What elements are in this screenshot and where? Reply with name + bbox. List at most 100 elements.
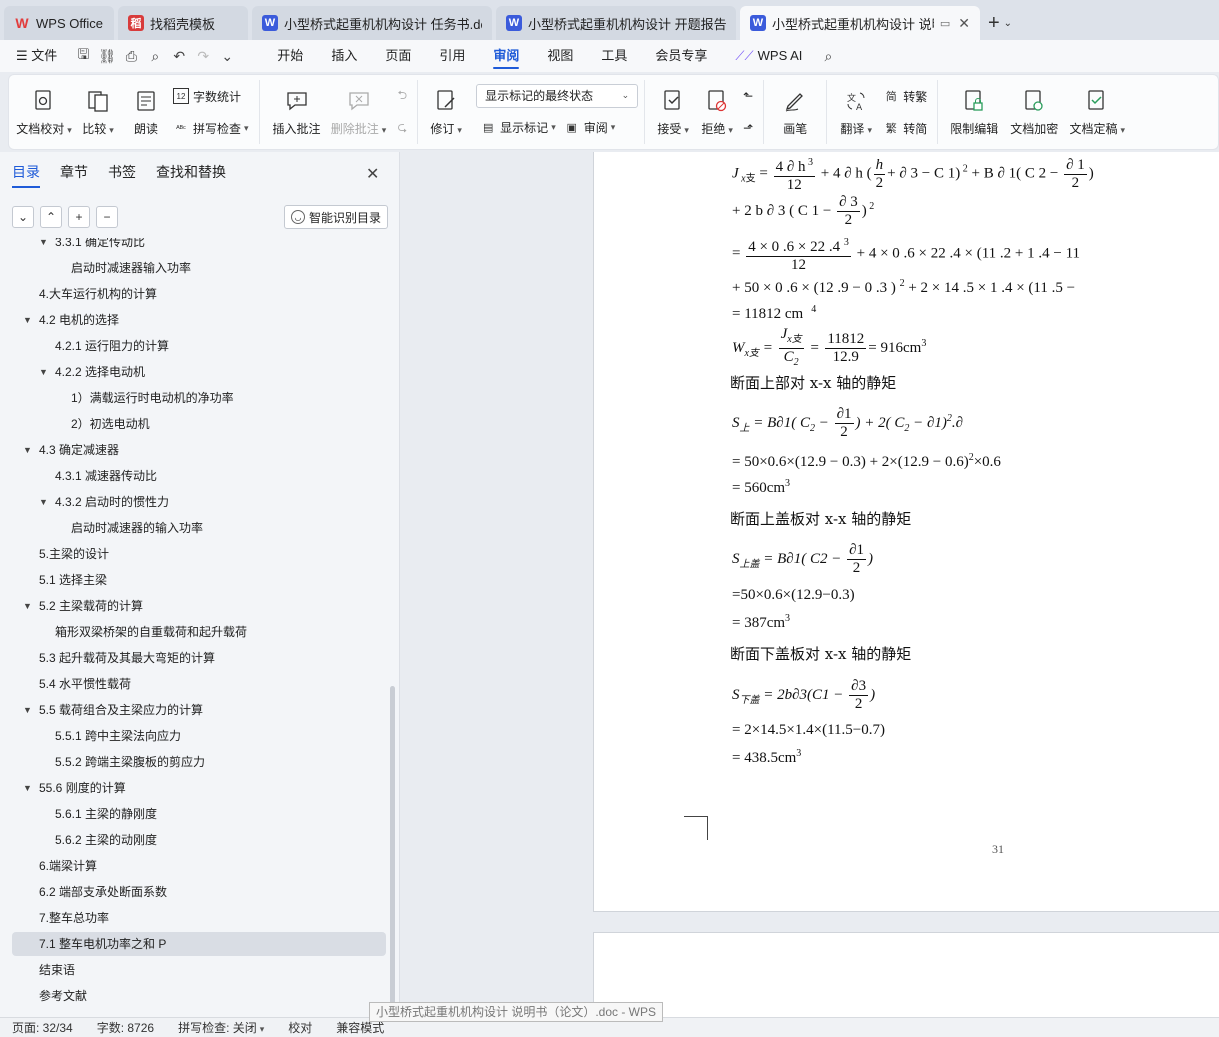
redo-icon[interactable]: ↷ xyxy=(191,44,215,68)
tab-chapters[interactable]: 章节 xyxy=(60,162,88,188)
minus-icon[interactable]: − xyxy=(96,206,118,228)
toc-item[interactable]: 6.2 端部支承处断面系数 xyxy=(12,880,386,904)
toc-item[interactable]: 5.1 选择主梁 xyxy=(12,568,386,592)
previous-change-icon[interactable]: ⬑ xyxy=(739,83,757,109)
expand-arrow-icon[interactable]: ▼ xyxy=(23,698,32,722)
restrict-edit-button[interactable]: 限制编辑 xyxy=(944,80,1004,144)
toc-item[interactable]: 5.5.2 跨端主梁腹板的剪应力 xyxy=(12,750,386,774)
expand-arrow-icon[interactable]: ▼ xyxy=(23,308,32,332)
toc-item[interactable]: 6.端梁计算 xyxy=(12,854,386,878)
chevron-down-icon[interactable]: ⌄ xyxy=(12,206,34,228)
insert-comment-button[interactable]: 插入批注 xyxy=(266,80,328,144)
chevron-up-icon[interactable]: ⌃ xyxy=(40,206,62,228)
next-comment-icon[interactable]: ⮎ xyxy=(394,115,412,141)
document-page[interactable]: J x支 = 4 ∂ h 3 12 + 4 ∂ h (h 2 + ∂ 3 − C 1)… xyxy=(593,152,1219,912)
new-tab-button[interactable]: + ⌄ xyxy=(980,6,1020,40)
close-icon[interactable]: ✕ xyxy=(958,15,970,32)
menu-review[interactable]: 审阅 xyxy=(479,40,533,72)
menu-references[interactable]: 引用 xyxy=(425,40,479,72)
toc-item[interactable]: 5.5.1 跨中主梁法向应力 xyxy=(12,724,386,748)
toc-item[interactable]: ▼ 5.2 主梁载荷的计算 xyxy=(12,594,386,618)
toc-item[interactable]: 7.1 整车电机功率之和 P xyxy=(12,932,386,956)
finalize-button[interactable]: 文档定稿 ▾ xyxy=(1064,80,1130,144)
tab-wps-office[interactable]: W WPS Office xyxy=(4,6,114,40)
tab-toc[interactable]: 目录 xyxy=(12,162,40,188)
share-icon[interactable]: ⛓ xyxy=(95,44,119,68)
toc-item[interactable]: ▼ 4.2.2 选择电动机 xyxy=(12,360,386,384)
tab-task-doc[interactable]: W 小型桥式起重机机构设计 任务书.doc xyxy=(252,6,492,40)
tab-docer-templates[interactable]: 稻 找稻壳模板 xyxy=(118,6,248,40)
plus-icon[interactable]: + xyxy=(68,206,90,228)
tab-proposal-doc[interactable]: W 小型桥式起重机机构设计 开题报告.doc xyxy=(496,6,736,40)
toc-item[interactable]: 参考文献 xyxy=(12,984,386,1008)
expand-arrow-icon[interactable]: ▼ xyxy=(23,594,32,618)
toc-item[interactable]: 结束语 xyxy=(12,958,386,982)
spell-check-button[interactable]: ᴬᴮᶜ 拼写检查 ▾ xyxy=(169,115,253,141)
search-icon[interactable]: ⌕ xyxy=(816,44,840,68)
expand-arrow-icon[interactable]: ▼ xyxy=(39,360,48,384)
tab-bookmarks[interactable]: 书签 xyxy=(108,162,136,188)
toc-item[interactable]: 箱形双梁桥架的自重载荷和起升载荷 xyxy=(12,620,386,644)
word-count-button[interactable]: 12 字数统计 xyxy=(169,83,253,109)
toc-item[interactable]: 5.6.2 主梁的动刚度 xyxy=(12,828,386,852)
tab-manual-doc[interactable]: W 小型桥式起重机机构设计 说明 ▭ ✕ xyxy=(740,6,980,40)
print-preview-icon[interactable]: ⌕ xyxy=(143,44,167,68)
pen-button[interactable]: 画笔 xyxy=(770,80,820,144)
toc-item[interactable]: ▼ 4.3.2 启动时的惯性力 xyxy=(12,490,386,514)
chevron-down-icon[interactable]: ⌄ xyxy=(215,44,239,68)
toc-item[interactable]: 5.主梁的设计 xyxy=(12,542,386,566)
toc-item[interactable]: ▼ 4.3 确定减速器 xyxy=(12,438,386,462)
proofread-indicator[interactable]: 校对 xyxy=(276,1019,324,1036)
expand-arrow-icon[interactable]: ▼ xyxy=(23,776,32,800)
menu-membership[interactable]: 会员专享 xyxy=(641,40,721,72)
revise-button[interactable]: 修订 ▾ xyxy=(424,80,468,144)
tab-find-replace[interactable]: 查找和替换 xyxy=(156,162,226,188)
toc-item[interactable]: 1）满载运行时电动机的净功率 xyxy=(12,386,386,410)
encrypt-button[interactable]: 文档加密 xyxy=(1004,80,1064,144)
toc-item[interactable]: ▼ 55.6 刚度的计算 xyxy=(12,776,386,800)
close-icon[interactable]: ✕ xyxy=(366,164,379,184)
menu-page[interactable]: 页面 xyxy=(371,40,425,72)
wps-ai-button[interactable]: ⟋⟋ WPS AI xyxy=(721,40,816,72)
next-document-page[interactable] xyxy=(593,932,1219,1017)
document-area[interactable]: J x支 = 4 ∂ h 3 12 + 4 ∂ h (h 2 + ∂ 3 − C 1)… xyxy=(400,152,1219,1017)
toc-item[interactable]: 4.2.1 运行阻力的计算 xyxy=(12,334,386,358)
menu-home[interactable]: 开始 xyxy=(263,40,317,72)
window-icon[interactable]: ▭ xyxy=(940,17,950,30)
page-indicator[interactable]: 页面: 32/34 xyxy=(0,1019,85,1036)
previous-comment-icon[interactable]: ⮌ xyxy=(394,83,412,109)
toc-item[interactable]: 5.6.1 主梁的静刚度 xyxy=(12,802,386,826)
show-markup-button[interactable]: ▤ 显示标记 ▾ xyxy=(476,115,560,141)
expand-arrow-icon[interactable]: ▼ xyxy=(39,490,48,514)
reject-button[interactable]: 拒绝 ▾ xyxy=(695,80,739,144)
toc-item[interactable]: 7.整车总功率 xyxy=(12,906,386,930)
toc-item[interactable]: ▼ 4.2 电机的选择 xyxy=(12,308,386,332)
accept-button[interactable]: 接受 ▾ xyxy=(651,80,695,144)
smart-toc-button[interactable]: ◡ 智能识别目录 xyxy=(284,205,389,229)
word-count-indicator[interactable]: 字数: 8726 xyxy=(85,1019,166,1036)
menu-insert[interactable]: 插入 xyxy=(317,40,371,72)
toc-item[interactable]: 启动时减速器的输入功率 xyxy=(12,516,386,540)
toc-item[interactable]: ▼ 5.5 载荷组合及主梁应力的计算 xyxy=(12,698,386,722)
spell-check-indicator[interactable]: 拼写检查: 关闭 ▾ xyxy=(166,1019,276,1036)
save-icon[interactable]: 🖫 xyxy=(71,44,95,68)
toc-item[interactable]: 5.4 水平惯性载荷 xyxy=(12,672,386,696)
expand-arrow-icon[interactable]: ▼ xyxy=(23,438,32,462)
doc-check-button[interactable]: 文档校对 ▾ xyxy=(15,80,73,144)
toc-item[interactable]: 5.3 起升载荷及其最大弯矩的计算 xyxy=(12,646,386,670)
toc-item[interactable]: 4.3.1 减速器传动比 xyxy=(12,464,386,488)
undo-icon[interactable]: ↶ xyxy=(167,44,191,68)
toc-item[interactable]: ▼ 3.3.1 确定传动比 xyxy=(12,238,386,254)
read-aloud-button[interactable]: 朗读 xyxy=(123,80,169,144)
expand-arrow-icon[interactable]: ▼ xyxy=(39,238,48,254)
next-change-icon[interactable]: ⬏ xyxy=(739,115,757,141)
menu-tools[interactable]: 工具 xyxy=(587,40,641,72)
toc-item[interactable]: 启动时减速器输入功率 xyxy=(12,256,386,280)
print-icon[interactable]: ⎙ xyxy=(119,44,143,68)
toc-item[interactable]: 4.大车运行机构的计算 xyxy=(12,282,386,306)
review-pane-button[interactable]: ▣ 审阅 ▾ xyxy=(560,115,620,141)
file-menu[interactable]: ☰ 文件 xyxy=(0,40,71,72)
scrollbar[interactable] xyxy=(390,686,395,1016)
to-traditional-button[interactable]: 简转繁 xyxy=(879,83,931,109)
markup-state-select[interactable]: 显示标记的最终状态 ⌄ xyxy=(476,83,639,108)
